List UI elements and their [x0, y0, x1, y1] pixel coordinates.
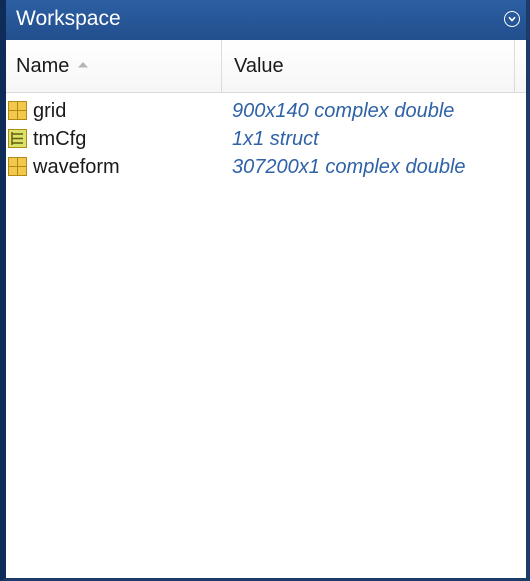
panel-title: Workspace [16, 7, 121, 30]
circle-chevron-down-icon [508, 16, 516, 22]
variable-row-grid[interactable]: grid 900x140 complex double [6, 97, 526, 125]
name-column-header[interactable]: Name [6, 40, 222, 92]
struct-icon [8, 129, 27, 148]
column-header: Name Value [6, 40, 526, 93]
variable-row-tmcfg[interactable]: tmCfg 1x1 struct [6, 125, 526, 153]
variable-name: waveform [33, 156, 120, 178]
sort-ascending-icon [78, 62, 89, 68]
variable-list: grid 900x140 complex double tmCfg 1x1 st… [6, 97, 526, 181]
panel-menu-button[interactable] [504, 11, 520, 27]
variable-value: 307200x1 complex double [232, 156, 466, 178]
workspace-titlebar[interactable]: Workspace [6, 0, 526, 40]
matrix-icon [8, 101, 27, 120]
name-column-label: Name [16, 54, 70, 77]
value-column-label: Value [234, 54, 284, 77]
matrix-icon [8, 157, 27, 176]
variable-name: tmCfg [33, 128, 87, 150]
variable-value: 900x140 complex double [232, 100, 455, 122]
value-column-header[interactable]: Value [223, 40, 515, 92]
variable-row-waveform[interactable]: waveform 307200x1 complex double [6, 153, 526, 181]
variable-name: grid [33, 100, 67, 122]
workspace-panel: Workspace Name Value grid 900x140 comple [0, 0, 530, 581]
variable-value: 1x1 struct [232, 128, 319, 150]
